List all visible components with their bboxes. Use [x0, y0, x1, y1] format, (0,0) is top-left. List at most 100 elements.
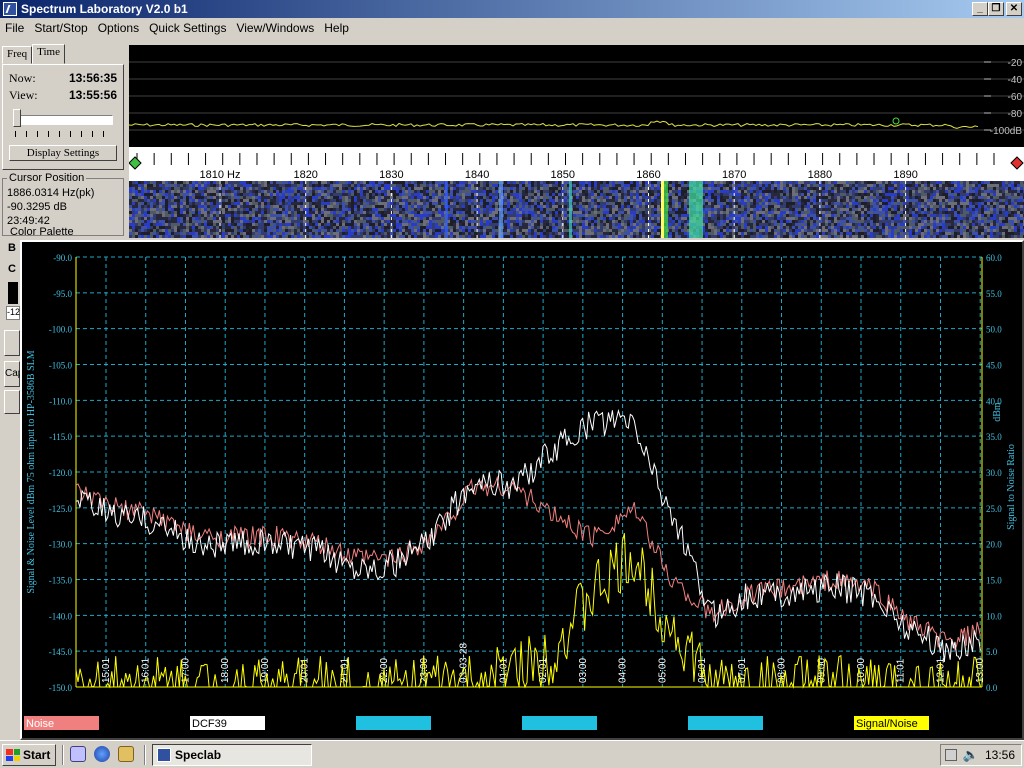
- waterfall-cell: [624, 193, 627, 196]
- waterfall-cell: [294, 220, 297, 223]
- waterfall-cell: [249, 226, 252, 229]
- waterfall-cell: [627, 208, 630, 211]
- waterfall-cell: [162, 199, 165, 202]
- time-slider[interactable]: [9, 107, 117, 129]
- tab-freq[interactable]: Freq: [2, 46, 33, 64]
- frequency-scale[interactable]: 1810 Hz 1820 1830 1840 1850 1860 1870 1880 1890: [128, 147, 1024, 181]
- menu-quick-settings[interactable]: Quick Settings: [144, 21, 231, 35]
- waterfall-cell: [312, 232, 315, 235]
- waterfall-cell: [363, 217, 366, 220]
- tab-time[interactable]: Time: [32, 44, 65, 64]
- waterfall-cell: [372, 232, 375, 235]
- waterfall-cell: [492, 187, 495, 190]
- waterfall-cell: [183, 208, 186, 211]
- waterfall-cell: [894, 190, 897, 193]
- waterfall-cell: [264, 202, 267, 205]
- menu-start-stop[interactable]: Start/Stop: [29, 21, 92, 35]
- waterfall-cell: [888, 190, 891, 193]
- waterfall-cell: [534, 202, 537, 205]
- waterfall-cell: [594, 202, 597, 205]
- waterfall-cell: [810, 232, 813, 235]
- waterfall-cell: [153, 223, 156, 226]
- waterfall-cell: [669, 202, 672, 205]
- waterfall-cell: [891, 235, 894, 238]
- waterfall-cell: [150, 184, 153, 187]
- close-button[interactable]: ✕: [1006, 2, 1022, 16]
- waterfall-cell: [186, 187, 189, 190]
- waterfall-cell: [231, 217, 234, 220]
- waterfall-cell: [513, 220, 516, 223]
- menu-options[interactable]: Options: [93, 21, 144, 35]
- waterfall-cell: [582, 208, 585, 211]
- waterfall-cell: [540, 187, 543, 190]
- minimize-button[interactable]: _: [972, 2, 988, 16]
- waterfall-cell: [540, 226, 543, 229]
- waterfall-cell: [705, 208, 708, 211]
- spectrum-display[interactable]: -20 -40 -60 -80 -100dB: [128, 45, 1024, 147]
- waterfall-cell: [831, 199, 834, 202]
- waterfall-cell: [762, 220, 765, 223]
- waterfall-cell: [819, 214, 822, 217]
- waterfall-cell: [876, 211, 879, 214]
- partial-button-1[interactable]: [4, 330, 20, 356]
- restore-button[interactable]: ❐: [988, 2, 1004, 16]
- waterfall-cell: [441, 235, 444, 238]
- waterfall-cell: [228, 208, 231, 211]
- app-icon[interactable]: [3, 2, 17, 16]
- waterfall-cell: [156, 226, 159, 229]
- waterfall-cell: [168, 205, 171, 208]
- waterfall-cell: [603, 214, 606, 217]
- slider-thumb[interactable]: [13, 109, 21, 127]
- waterfall-cell: [630, 181, 633, 184]
- waterfall-cell: [729, 205, 732, 208]
- waterfall-cell: [726, 226, 729, 229]
- partial-cap-button[interactable]: Cap: [4, 361, 23, 387]
- title-bar[interactable]: Spectrum Laboratory V2.0 b1 _ ❐ ✕: [0, 0, 1024, 18]
- waterfall-cell: [594, 229, 597, 232]
- waterfall-cell: [237, 208, 240, 211]
- waterfall-cell: [177, 184, 180, 187]
- waterfall-cell: [180, 211, 183, 214]
- waterfall-cell: [201, 226, 204, 229]
- waterfall-cell: [843, 196, 846, 199]
- display-settings-button[interactable]: Display Settings: [9, 145, 117, 161]
- menu-help[interactable]: Help: [319, 21, 354, 35]
- waterfall-cell: [873, 208, 876, 211]
- waterfall-cell: [492, 199, 495, 202]
- waterfall-display[interactable]: [129, 181, 1024, 238]
- waterfall-cell: [432, 208, 435, 211]
- waterfall-cell: [180, 190, 183, 193]
- waterfall-cell: [141, 184, 144, 187]
- menu-view-windows[interactable]: View/Windows: [231, 21, 319, 35]
- waterfall-cell: [573, 202, 576, 205]
- waterfall-cell: [159, 229, 162, 232]
- waterfall-cell: [285, 184, 288, 187]
- waterfall-cell: [756, 199, 759, 202]
- waterfall-cell: [354, 220, 357, 223]
- waterfall-cell: [831, 214, 834, 217]
- waterfall-cell: [429, 199, 432, 202]
- waterfall-cell: [186, 196, 189, 199]
- waterfall-cell: [753, 220, 756, 223]
- waterfall-cell: [678, 187, 681, 190]
- waterfall-cell: [249, 187, 252, 190]
- partial-button-3[interactable]: [4, 390, 20, 414]
- waterfall-cell: [651, 235, 654, 238]
- menu-file[interactable]: File: [0, 21, 29, 35]
- waterfall-cell: [831, 202, 834, 205]
- waterfall-cell: [354, 211, 357, 214]
- waterfall-cell: [318, 190, 321, 193]
- waterfall-cell: [366, 202, 369, 205]
- waterfall-cell: [342, 235, 345, 238]
- waterfall-cell: [249, 205, 252, 208]
- waterfall-cell: [468, 235, 471, 238]
- waterfall-cell: [801, 214, 804, 217]
- waterfall-cell: [438, 187, 441, 190]
- waterfall-cell: [840, 208, 843, 211]
- waterfall-cell: [639, 208, 642, 211]
- waterfall-cell: [870, 232, 873, 235]
- waterfall-cell: [186, 193, 189, 196]
- waterfall-cell: [780, 202, 783, 205]
- waterfall-cell: [420, 223, 423, 226]
- waterfall-cell: [273, 199, 276, 202]
